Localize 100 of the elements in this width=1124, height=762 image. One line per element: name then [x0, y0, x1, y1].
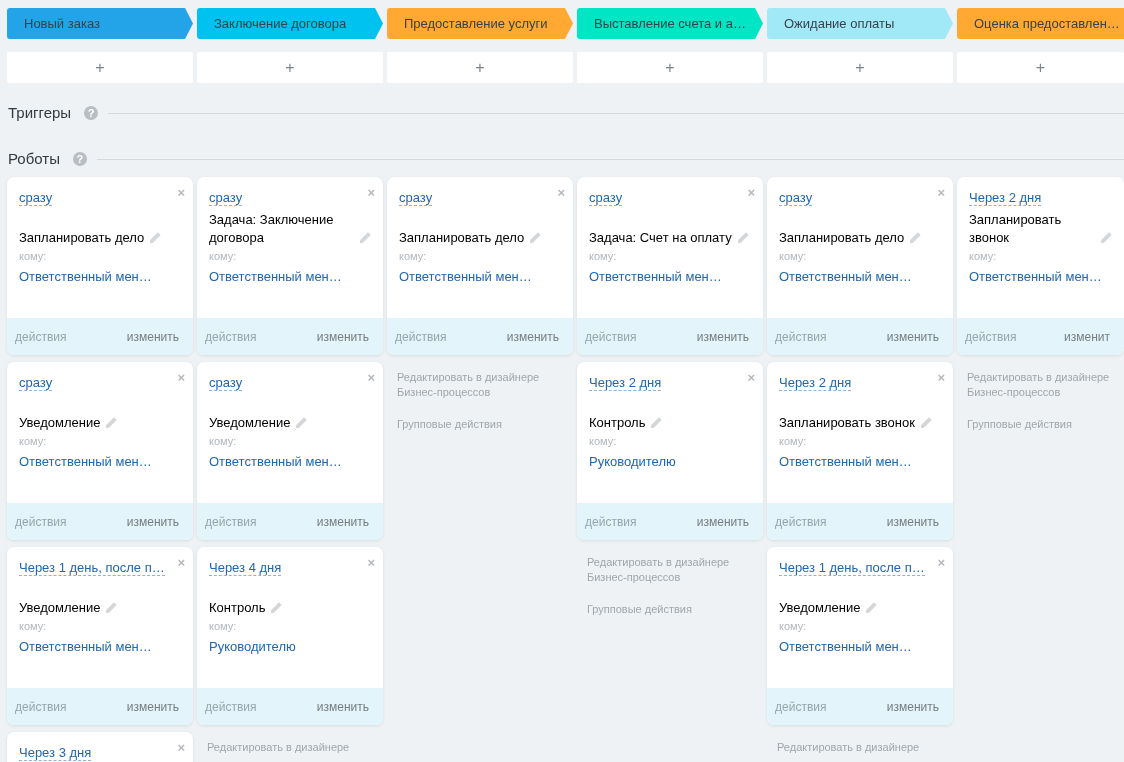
edit-link[interactable]: изменить — [696, 329, 749, 344]
recipient-label: кому: — [779, 249, 807, 263]
stage-header[interactable]: Выставление счета и а… — [577, 8, 763, 39]
stage-header[interactable]: Предоставление услуги — [387, 8, 573, 39]
recipient-link[interactable]: Ответственный мен… — [19, 638, 152, 656]
pencil-icon[interactable] — [651, 417, 663, 428]
pencil-icon[interactable] — [866, 602, 878, 613]
edit-link[interactable]: изменить — [886, 514, 939, 529]
recipient-label: кому: — [209, 434, 237, 448]
robot-title: Запланировать звонок — [779, 414, 915, 432]
pencil-icon[interactable] — [106, 417, 118, 428]
add-button[interactable]: + — [7, 52, 193, 83]
edit-link[interactable]: изменить — [316, 699, 369, 714]
recipient-link[interactable]: Ответственный мен… — [779, 453, 912, 471]
designer-link[interactable]: Редактировать в дизайнере Бизнес-процессов — [397, 370, 573, 400]
stage-header[interactable]: Ожидание оплаты — [767, 8, 953, 39]
recipient-label: кому: — [209, 249, 237, 263]
recipient-link[interactable]: Ответственный мен… — [779, 268, 912, 286]
trigger-link[interactable]: сразу — [589, 191, 623, 206]
add-button[interactable]: + — [957, 52, 1124, 83]
recipient-link[interactable]: Ответственный мен… — [209, 453, 342, 471]
close-button[interactable]: × — [367, 371, 375, 384]
close-button[interactable]: × — [177, 556, 185, 569]
stage-header[interactable]: Заключение договора — [197, 8, 383, 39]
close-button[interactable]: × — [177, 741, 185, 754]
recipient-link[interactable]: Ответственный мен… — [969, 268, 1102, 286]
trigger-link[interactable]: сразу — [399, 191, 433, 206]
recipient-link[interactable]: Ответственный мен… — [399, 268, 532, 286]
group-actions-link[interactable]: Групповые действия — [967, 417, 1124, 432]
trigger-link[interactable]: Через 2 дня — [969, 191, 1042, 206]
recipient-link[interactable]: Ответственный мен… — [589, 268, 722, 286]
pencil-icon[interactable] — [1101, 232, 1112, 243]
trigger-link[interactable]: Через 4 дня — [209, 561, 282, 576]
trigger-link[interactable]: Через 2 дня — [779, 376, 852, 391]
pencil-icon[interactable] — [106, 602, 118, 613]
edit-link[interactable]: изменить — [886, 329, 939, 344]
pencil-icon[interactable] — [530, 232, 542, 243]
close-button[interactable]: × — [177, 371, 185, 384]
trigger-link[interactable]: сразу — [209, 191, 243, 206]
designer-link[interactable]: Редактировать в дизайнере — [777, 740, 953, 755]
pencil-icon[interactable] — [910, 232, 922, 243]
add-button[interactable]: + — [577, 52, 763, 83]
trigger-link[interactable]: Через 1 день, после п… — [19, 561, 165, 576]
recipient-link[interactable]: Руководителю — [589, 453, 676, 471]
robot-title: Уведомление — [19, 414, 101, 432]
recipient-label: кому: — [589, 434, 617, 448]
edit-link[interactable]: изменить — [126, 514, 179, 529]
recipient-label: кому: — [19, 619, 47, 633]
trigger-link[interactable]: Через 3 дня — [19, 746, 92, 761]
robot-title: Уведомление — [19, 599, 101, 617]
close-button[interactable]: × — [937, 186, 945, 199]
pencil-icon[interactable] — [150, 232, 162, 243]
trigger-link[interactable]: сразу — [19, 191, 53, 206]
trigger-link[interactable]: сразу — [779, 191, 813, 206]
edit-link[interactable]: изменит — [1064, 329, 1110, 344]
edit-link[interactable]: изменить — [126, 329, 179, 344]
stage-header[interactable]: Новый заказ — [7, 8, 193, 39]
close-button[interactable]: × — [747, 186, 755, 199]
recipient-link[interactable]: Ответственный мен… — [19, 453, 152, 471]
close-button[interactable]: × — [177, 186, 185, 199]
stage-header[interactable]: Оценка предоставлен… — [957, 8, 1124, 39]
group-actions-link[interactable]: Групповые действия — [587, 602, 763, 617]
designer-link[interactable]: Редактировать в дизайнере Бизнес-процессов — [967, 370, 1124, 400]
trigger-link[interactable]: сразу — [19, 376, 53, 391]
robot-title: Уведомление — [779, 599, 861, 617]
trigger-link[interactable]: Через 2 дня — [589, 376, 662, 391]
recipient-label: кому: — [589, 249, 617, 263]
pencil-icon[interactable] — [296, 417, 308, 428]
designer-link[interactable]: Редактировать в дизайнере Бизнес-процессов — [587, 555, 763, 585]
robot-title: Запланировать дело — [399, 229, 525, 247]
edit-link[interactable]: изменить — [316, 329, 369, 344]
add-button[interactable]: + — [767, 52, 953, 83]
pencil-icon[interactable] — [920, 417, 932, 428]
designer-link[interactable]: Редактировать в дизайнере — [207, 740, 383, 755]
recipient-link[interactable]: Ответственный мен… — [19, 268, 152, 286]
edit-link[interactable]: изменить — [506, 329, 559, 344]
recipient-link[interactable]: Ответственный мен… — [209, 268, 342, 286]
close-button[interactable]: × — [937, 556, 945, 569]
close-button[interactable]: × — [557, 186, 565, 199]
recipient-label: кому: — [399, 249, 427, 263]
edit-link[interactable]: изменить — [886, 699, 939, 714]
close-button[interactable]: × — [367, 556, 375, 569]
close-button[interactable]: × — [937, 371, 945, 384]
edit-link[interactable]: изменить — [126, 699, 179, 714]
trigger-link[interactable]: Через 1 день, после п… — [779, 561, 925, 576]
add-button[interactable]: + — [197, 52, 383, 83]
group-actions-link[interactable]: Групповые действия — [397, 417, 573, 432]
close-button[interactable]: × — [367, 186, 375, 199]
recipient-link[interactable]: Руководителю — [209, 638, 296, 656]
trigger-link[interactable]: сразу — [209, 376, 243, 391]
pencil-icon[interactable] — [271, 602, 283, 613]
add-button[interactable]: + — [387, 52, 573, 83]
edit-link[interactable]: изменить — [696, 514, 749, 529]
recipient-link[interactable]: Ответственный мен… — [779, 638, 912, 656]
pencil-icon[interactable] — [737, 232, 749, 243]
recipient-label: кому: — [19, 249, 47, 263]
close-button[interactable]: × — [747, 371, 755, 384]
recipient-label: кому: — [779, 434, 807, 448]
pencil-icon[interactable] — [360, 232, 371, 243]
edit-link[interactable]: изменить — [316, 514, 369, 529]
